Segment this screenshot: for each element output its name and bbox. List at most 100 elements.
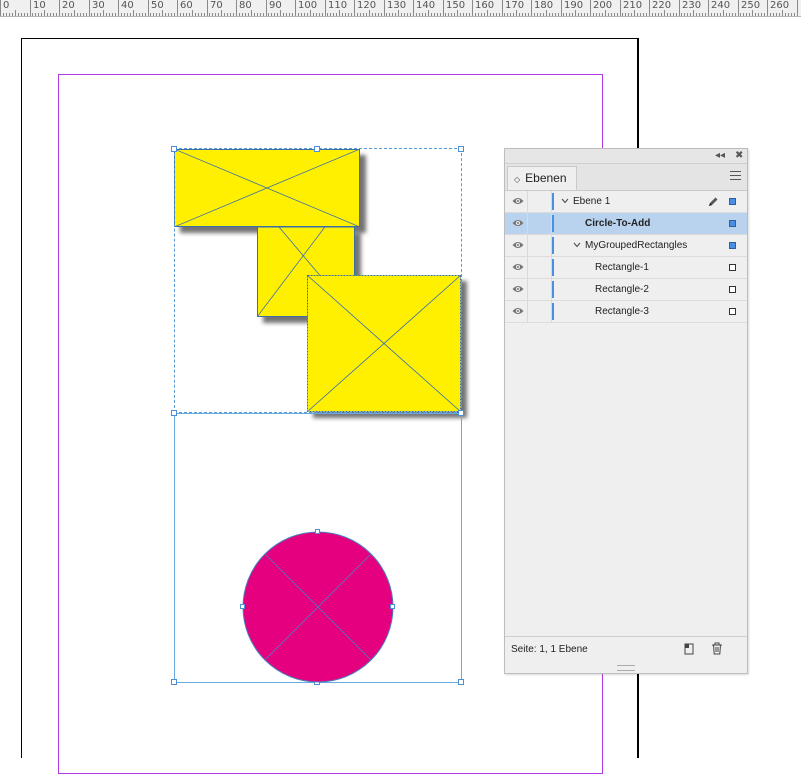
ruler-tick (89, 0, 90, 16)
eye-icon[interactable] (512, 218, 524, 228)
ruler-tick (357, 13, 358, 16)
ruler-tick (38, 13, 39, 16)
layer-row[interactable]: Ebene 1 (505, 191, 747, 213)
ruler-tick (24, 13, 25, 16)
horizontal-ruler[interactable]: 0 10 20 30 40 50 60 70 80 90 100 110 120 130 140 150 160… (0, 0, 801, 17)
ruler-tick (375, 13, 376, 16)
pen-icon (709, 197, 718, 206)
ruler-tick (186, 13, 187, 16)
chevron-down-icon[interactable] (561, 197, 569, 205)
anchor-point[interactable] (315, 529, 320, 534)
ruler-tick (392, 13, 393, 16)
tab-layers[interactable]: ◇ Ebenen (507, 166, 577, 190)
ruler-label: 200 (593, 0, 613, 11)
ruler-label: 100 (298, 0, 318, 11)
ruler-tick (472, 0, 473, 16)
selection-handle[interactable] (171, 146, 177, 152)
group-selection-bounds (174, 148, 462, 413)
tab-expand-icon[interactable]: ◇ (514, 175, 520, 184)
ruler-tick (708, 0, 709, 16)
ruler-tick (543, 13, 544, 16)
ruler-tick (425, 13, 426, 16)
eye-icon[interactable] (512, 284, 524, 294)
ruler-tick (21, 13, 22, 16)
ruler-tick (699, 13, 700, 16)
layer-row[interactable]: Rectangle-3 (505, 301, 747, 323)
ruler-tick (779, 13, 780, 16)
ruler-tick (448, 13, 449, 16)
ruler-tick (384, 0, 385, 16)
ruler-tick (620, 0, 621, 16)
new-layer-icon[interactable] (683, 643, 695, 655)
ruler-tick (233, 13, 234, 16)
ruler-tick (218, 13, 219, 16)
selection-square-icon[interactable] (729, 286, 736, 293)
selection-handle[interactable] (458, 410, 464, 416)
ruler-tick (637, 13, 638, 16)
selection-square-icon[interactable] (729, 220, 736, 227)
ruler-tick (165, 13, 166, 16)
eye-icon[interactable] (512, 262, 524, 272)
layer-name: MyGroupedRectangles (585, 240, 688, 251)
ruler-tick (386, 13, 387, 16)
ruler-tick (47, 13, 48, 16)
selection-handle[interactable] (171, 410, 177, 416)
close-panel-icon[interactable]: ✖ (735, 150, 743, 162)
ruler-tick (552, 13, 553, 16)
ruler-tick (345, 13, 346, 16)
eye-icon[interactable] (512, 306, 524, 316)
layer-color-bar (552, 303, 554, 320)
ruler-tick (481, 13, 482, 16)
ruler-tick (360, 13, 361, 16)
ruler-tick (322, 13, 323, 16)
layer-row[interactable]: Rectangle-2 (505, 279, 747, 301)
ruler-tick (451, 13, 452, 16)
ruler-tick (139, 13, 140, 16)
panel-resize-grip[interactable] (617, 665, 635, 671)
trash-icon[interactable] (711, 642, 723, 655)
selection-square-icon[interactable] (729, 242, 736, 249)
chevron-down-icon[interactable] (573, 241, 581, 249)
ruler-tick (177, 0, 178, 16)
eye-icon[interactable] (512, 240, 524, 250)
ruler-tick (106, 13, 107, 16)
selection-square-icon[interactable] (729, 198, 736, 205)
panel-menu-icon[interactable] (730, 171, 741, 183)
ruler-tick (493, 13, 494, 16)
ruler-tick (755, 13, 756, 16)
ruler-tick (593, 13, 594, 16)
ruler-tick (746, 13, 747, 16)
selection-handle[interactable] (171, 679, 177, 685)
anchor-point[interactable] (390, 604, 395, 609)
circle-frame[interactable] (241, 530, 395, 684)
panel-title-bar[interactable]: ◂◂ ✖ (505, 149, 747, 164)
selection-handle[interactable] (458, 679, 464, 685)
ruler-tick (245, 13, 246, 16)
ruler-tick (401, 13, 402, 16)
ruler-tick (80, 13, 81, 16)
ruler-tick (404, 13, 405, 16)
ruler-tick (558, 13, 559, 16)
circle-graphic (242, 531, 394, 683)
selection-handle[interactable] (314, 146, 320, 152)
layer-color-bar (552, 193, 554, 210)
layer-row[interactable]: Rectangle-1 (505, 257, 747, 279)
ruler-tick (215, 13, 216, 16)
selection-square-icon[interactable] (729, 264, 736, 271)
anchor-point[interactable] (240, 604, 245, 609)
selection-square-icon[interactable] (729, 308, 736, 315)
eye-icon[interactable] (512, 196, 524, 206)
ruler-tick (53, 13, 54, 16)
ruler-tick (785, 13, 786, 16)
ruler-label: 10 (33, 0, 46, 11)
ruler-tick (519, 13, 520, 16)
layer-row[interactable]: MyGroupedRectangles (505, 235, 747, 257)
collapse-panel-icon[interactable]: ◂◂ (715, 150, 725, 162)
ruler-tick (150, 13, 151, 16)
ruler-tick (484, 13, 485, 16)
layer-name: Rectangle-2 (595, 284, 649, 295)
ruler-tick (578, 13, 579, 16)
selection-handle[interactable] (458, 146, 464, 152)
layer-row[interactable]: Circle-To-Add (505, 213, 747, 235)
ruler-label: 90 (269, 0, 282, 11)
